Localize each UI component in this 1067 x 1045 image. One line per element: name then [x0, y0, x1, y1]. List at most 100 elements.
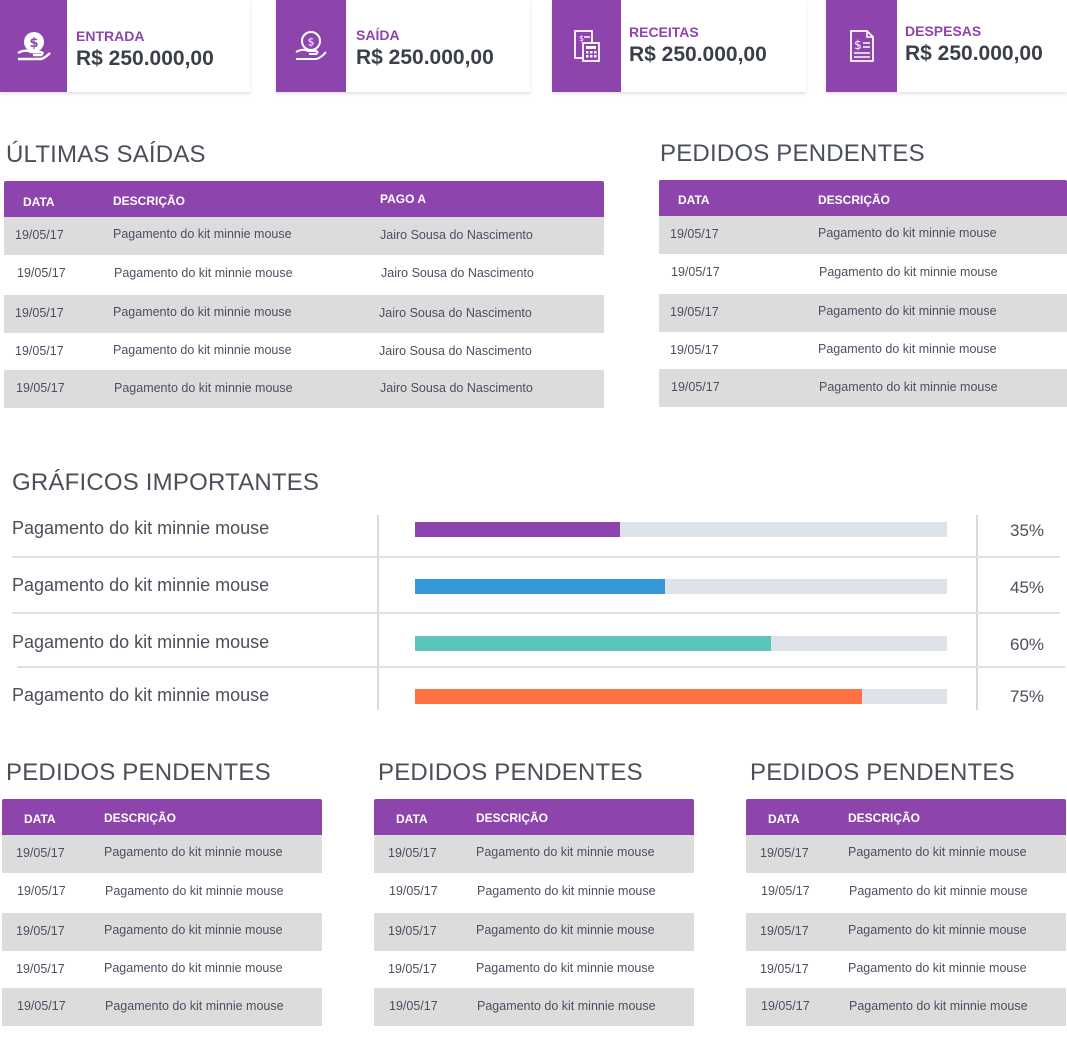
pedidos-pendentes-table: DATA DESCRIÇÃO 19/05/17 Pagamento do kit … [2, 799, 322, 1026]
cell-payee: Jairo Sousa do Nascimento [379, 343, 532, 358]
progress-fill [415, 579, 666, 594]
cell-description: Pagamento do kit minnie mouse [818, 304, 997, 318]
column-header-descricao[interactable]: DESCRIÇÃO [113, 194, 185, 208]
progress-percent: 35% [1010, 521, 1045, 540]
table-row[interactable]: 19/05/17 Pagamento do kit minnie mouse [2, 873, 322, 911]
table-header: DATA DESCRIÇÃO [746, 799, 1066, 835]
table-row[interactable]: 19/05/17 Pagamento do kit minnie mouse [2, 988, 322, 1026]
table-header: DATA DESCRIÇÃO [374, 799, 694, 835]
table-row[interactable]: 19/05/17 Pagamento do kit minnie mouse [374, 988, 694, 1026]
card-icon-box: $ [0, 0, 67, 92]
progress-percent: 60% [1010, 635, 1045, 654]
table-row[interactable]: 19/05/17 Pagamento do kit minnie mouse [374, 951, 694, 989]
progress-percent: 45% [1010, 578, 1045, 597]
cell-description: Pagamento do kit minnie mouse [848, 923, 1027, 937]
table-header: DATA DESCRIÇÃO [2, 799, 322, 835]
cell-date: 19/05/17 [760, 846, 809, 860]
table-row[interactable]: 19/05/17 Pagamento do kit minnie mouse [659, 216, 1067, 254]
svg-text:$: $ [854, 38, 862, 52]
card-label: ENTRADA [76, 28, 145, 44]
column-header-data[interactable]: DATA [678, 193, 710, 207]
table-row[interactable]: 19/05/17 Pagamento do kit minnie mouse [746, 873, 1066, 911]
progress-percent: 75% [1010, 687, 1045, 706]
stat-card-entrada[interactable]: $ ENTRADA R$ 250.000,00 [0, 0, 250, 92]
table-row[interactable]: 19/05/17 Pagamento do kit minnie mouse [659, 332, 1067, 370]
cell-date: 19/05/17 [671, 380, 720, 394]
column-header-pago-a[interactable]: PAGO A [380, 192, 426, 206]
table-row[interactable]: 19/05/17 Pagamento do kit minnie mouse J… [4, 333, 604, 371]
cell-date: 19/05/17 [16, 961, 65, 976]
cell-description: Pagamento do kit minnie mouse [113, 305, 292, 319]
cell-date: 19/05/17 [670, 305, 719, 319]
cell-date: 19/05/17 [16, 846, 65, 860]
progress-track [415, 636, 947, 651]
table-row[interactable]: 19/05/17 Pagamento do kit minnie mouse [2, 951, 322, 989]
pedidos-pendentes-table: DATA DESCRIÇÃO 19/05/17 Pagamento do kit … [746, 799, 1066, 1026]
cell-date: 19/05/17 [389, 883, 438, 898]
cell-payee: Jairo Sousa do Nascimento [380, 381, 533, 395]
table-row[interactable]: 19/05/17 Pagamento do kit minnie mouse [374, 873, 694, 911]
cell-date: 19/05/17 [15, 228, 64, 242]
cell-date: 19/05/17 [17, 265, 66, 280]
cell-description: Pagamento do kit minnie mouse [104, 845, 283, 859]
cell-date: 19/05/17 [671, 264, 720, 279]
column-header-descricao[interactable]: DESCRIÇÃO [476, 811, 548, 825]
progress-label: Pagamento do kit minnie mouse [12, 575, 270, 595]
table-row[interactable]: 19/05/17 Pagamento do kit minnie mouse [659, 369, 1067, 407]
stat-card-saida[interactable]: $ SAÍDA R$ 250.000,00 [276, 0, 530, 92]
cell-description: Pagamento do kit minnie mouse [114, 265, 293, 280]
cell-date: 19/05/17 [761, 999, 810, 1013]
column-header-data[interactable]: DATA [23, 195, 55, 209]
table-row[interactable]: 19/05/17 Pagamento do kit minnie mouse [746, 835, 1066, 873]
table-row[interactable]: 19/05/17 Pagamento do kit minnie mouse [746, 951, 1066, 989]
svg-text:$: $ [308, 36, 315, 49]
svg-text:$: $ [579, 34, 584, 43]
table-row[interactable]: 19/05/17 Pagamento do kit minnie mouse [374, 835, 694, 873]
hand-coin-icon: $ [295, 31, 327, 60]
cell-date: 19/05/17 [388, 924, 437, 938]
pedidos-pendentes-table: DATA DESCRIÇÃO 19/05/17 Pagamento do kit… [659, 180, 1067, 407]
card-value: R$ 250.000,00 [905, 42, 1043, 65]
section-title-graficos: GRÁFICOS IMPORTANTES [12, 469, 320, 496]
table-row[interactable]: 19/05/17 Pagamento do kit minnie mouse [746, 988, 1066, 1026]
column-header-descricao[interactable]: DESCRIÇÃO [104, 811, 176, 825]
table-row[interactable]: 19/05/17 Pagamento do kit minnie mouse [2, 835, 322, 873]
table-row[interactable]: 19/05/17 Pagamento do kit minnie mouse J… [4, 217, 604, 255]
table-row[interactable]: 19/05/17 Pagamento do kit minnie mouse J… [4, 295, 604, 333]
stat-card-receitas[interactable]: $ RECEITAS R$ 250.000,00 [552, 0, 806, 92]
table-row[interactable]: 19/05/17 Pagamento do kit minnie mouse [2, 913, 322, 951]
cell-description: Pagamento do kit minnie mouse [105, 883, 284, 898]
table-row[interactable]: 19/05/17 Pagamento do kit minnie mouse [374, 913, 694, 951]
cell-date: 19/05/17 [16, 381, 65, 395]
column-header-data[interactable]: DATA [768, 812, 800, 826]
progress-track [415, 522, 947, 537]
cell-description: Pagamento do kit minnie mouse [848, 845, 1027, 859]
cell-description: Pagamento do kit minnie mouse [818, 226, 997, 240]
table-header: DATA DESCRIÇÃO [659, 180, 1067, 216]
cell-description: Pagamento do kit minnie mouse [849, 999, 1028, 1013]
table-row[interactable]: 19/05/17 Pagamento do kit minnie mouse [659, 294, 1067, 332]
column-header-data[interactable]: DATA [24, 812, 56, 826]
column-header-descricao[interactable]: DESCRIÇÃO [818, 193, 890, 207]
column-header-data[interactable]: DATA [396, 812, 428, 826]
card-icon-box: $ [276, 0, 346, 92]
table-row[interactable]: 19/05/17 Pagamento do kit minnie mouse [659, 254, 1067, 292]
cell-date: 19/05/17 [15, 343, 64, 358]
ultimas-saidas-table: DATA DESCRIÇÃO PAGO A 19/05/17 Pagamento… [4, 181, 604, 408]
table-row[interactable]: 19/05/17 Pagamento do kit minnie mouse J… [4, 255, 604, 293]
stat-card-despesas[interactable]: $ DESPESAS R$ 250.000,00 [826, 0, 1067, 92]
cell-description: Pagamento do kit minnie mouse [818, 341, 997, 356]
cell-date: 19/05/17 [670, 342, 719, 357]
table-row[interactable]: 19/05/17 Pagamento do kit minnie mouse [746, 913, 1066, 951]
cell-description: Pagamento do kit minnie mouse [477, 999, 656, 1013]
table-row[interactable]: 19/05/17 Pagamento do kit minnie mouse J… [4, 370, 604, 408]
cell-description: Pagamento do kit minnie mouse [113, 342, 292, 357]
cell-description: Pagamento do kit minnie mouse [819, 380, 998, 394]
column-header-descricao[interactable]: DESCRIÇÃO [848, 811, 920, 825]
cell-description: Pagamento do kit minnie mouse [476, 845, 655, 859]
cell-description: Pagamento do kit minnie mouse [114, 381, 293, 395]
invoice-dollar-icon: $ [849, 30, 874, 62]
cell-description: Pagamento do kit minnie mouse [848, 960, 1027, 975]
cell-payee: Jairo Sousa do Nascimento [380, 228, 533, 242]
cell-date: 19/05/17 [15, 306, 64, 320]
